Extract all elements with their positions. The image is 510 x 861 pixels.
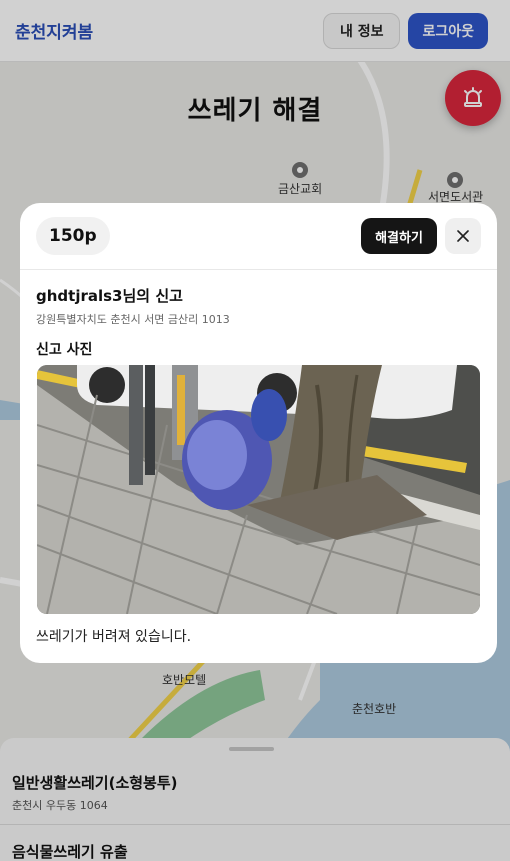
points-badge: 150p <box>36 217 110 255</box>
report-photo[interactable] <box>37 365 480 614</box>
photo-heading: 신고 사진 <box>36 342 93 358</box>
resolve-button[interactable]: 해결하기 <box>361 218 437 254</box>
report-address: 강원특별자치도 춘천시 서면 금산리 1013 <box>36 313 230 326</box>
modal-header: 150p 해결하기 <box>20 203 497 270</box>
close-button[interactable] <box>445 218 481 254</box>
report-detail-modal: 150p 해결하기 ghdtjrals3님의 신고 강원특별자치도 춘천시 서면… <box>20 203 497 663</box>
close-icon <box>457 230 469 242</box>
report-description: 쓰레기가 버려져 있습니다. <box>36 629 192 645</box>
reporter-name: ghdtjrals3님의 신고 <box>36 287 183 305</box>
